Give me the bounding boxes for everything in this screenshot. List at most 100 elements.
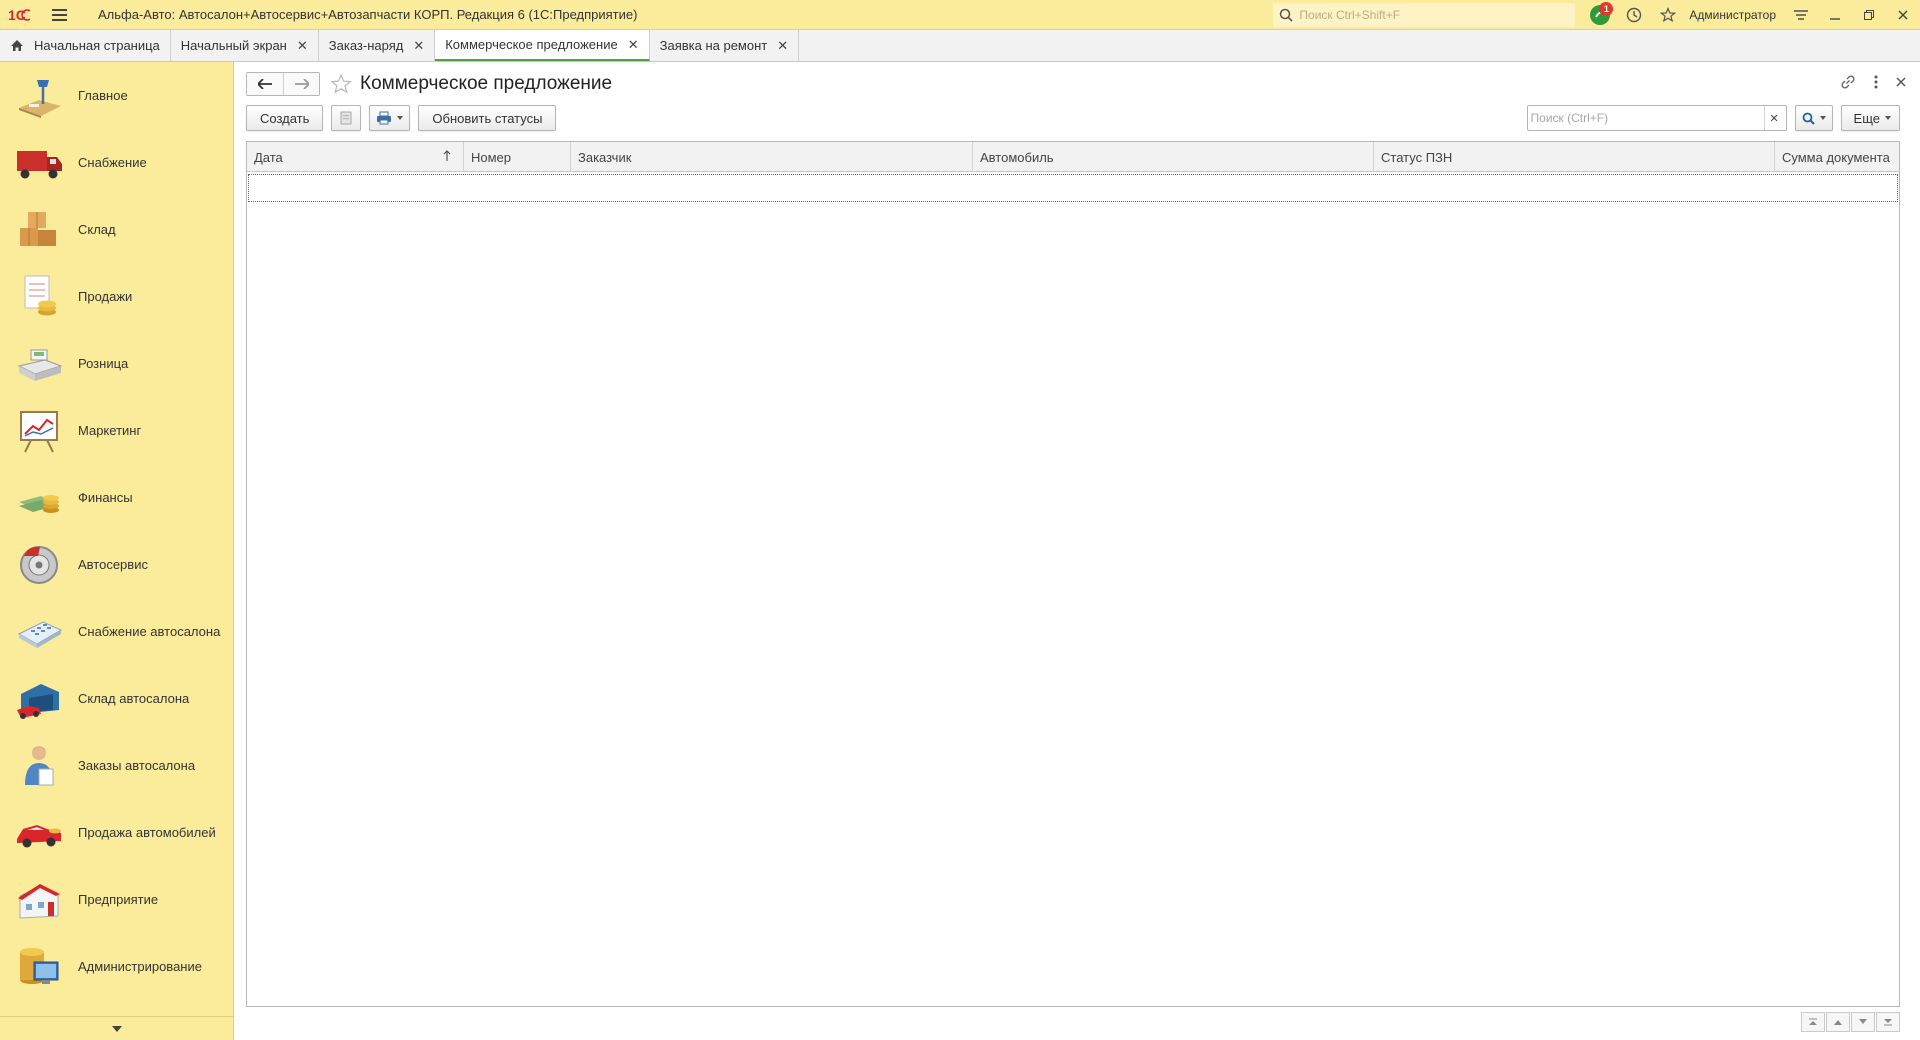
go-last-button[interactable]: [1876, 1012, 1900, 1032]
dropdown-caret-icon: [397, 116, 404, 120]
app-title: Альфа-Авто: Автосалон+Автосервис+Автозап…: [98, 7, 638, 22]
column-header-label: Заказчик: [578, 149, 632, 165]
print-button[interactable]: [369, 105, 411, 131]
sidebar-item-warehouse[interactable]: Склад: [0, 196, 233, 263]
sidebar-item-retail[interactable]: Розница: [0, 330, 233, 397]
search-input[interactable]: [1527, 106, 1764, 130]
tab-work-order[interactable]: Заказ-наряд ✕: [318, 30, 436, 61]
page-title: Коммерческое предложение: [360, 73, 613, 94]
triangle-down-icon: [112, 1025, 122, 1032]
sidebar-item-enterprise[interactable]: Предприятие: [0, 866, 233, 933]
car-icon: [14, 808, 64, 858]
admin-computer-icon: [14, 942, 64, 992]
back-button[interactable]: [247, 73, 283, 95]
more-button-label: Еще: [1853, 110, 1880, 126]
minimize-icon: [1830, 18, 1840, 20]
column-header-pzn-status[interactable]: Статус ПЗН: [1374, 142, 1775, 172]
close-tab-icon[interactable]: ✕: [628, 37, 639, 53]
global-search-placeholder: Поиск Ctrl+Shift+F: [1299, 8, 1401, 22]
settings-menu-button[interactable]: [1784, 0, 1818, 30]
more-button[interactable]: Еще: [1840, 105, 1900, 131]
copy-button[interactable]: [331, 105, 362, 131]
column-header-label: Дата: [254, 149, 283, 165]
column-header-document-sum[interactable]: Сумма документа: [1775, 142, 1899, 172]
global-search-input[interactable]: Поиск Ctrl+Shift+F: [1273, 3, 1576, 27]
tab-start-screen[interactable]: Начальный экран ✕: [170, 30, 319, 61]
go-down-button[interactable]: [1851, 1012, 1875, 1032]
notifications-button[interactable]: 1: [1583, 0, 1617, 30]
table-row[interactable]: [248, 174, 1898, 202]
title-bar: 1С Альфа-Авто: Автосалон+Автосервис+Авто…: [0, 0, 1920, 30]
cash-register-icon: [14, 339, 64, 389]
sidebar-item-marketing[interactable]: Маркетинг: [0, 397, 233, 464]
column-header-car[interactable]: Автомобиль: [973, 142, 1374, 172]
table-header: Дата Номер Заказчик Автомобиль Статус ПЗ…: [247, 142, 1899, 172]
sidebar-item-label: Заказы автосалона: [78, 758, 196, 773]
arrow-right-icon: [294, 79, 309, 89]
minimize-button[interactable]: [1818, 0, 1852, 30]
sidebar-item-finance[interactable]: Финансы: [0, 464, 233, 531]
column-header-label: Автомобиль: [980, 149, 1054, 165]
history-button[interactable]: [1617, 0, 1651, 30]
nav-buttons: [246, 72, 320, 96]
sort-ascending-icon: [443, 150, 451, 161]
column-header-number[interactable]: Номер: [464, 142, 571, 172]
link-icon[interactable]: [1840, 74, 1856, 90]
favorites-button[interactable]: [1651, 0, 1685, 30]
go-first-button[interactable]: [1801, 1012, 1825, 1032]
sidebar-item-sales[interactable]: Продажи: [0, 263, 233, 330]
garage-icon: [14, 674, 64, 724]
main-menu-icon[interactable]: [52, 0, 74, 30]
sidebar-item-administration[interactable]: Администрирование: [0, 933, 233, 1000]
search-icon: [1280, 8, 1293, 22]
settings-lines-icon: [1794, 10, 1808, 20]
tab-home-page[interactable]: Начальная страница: [0, 30, 171, 61]
documents-table: Дата Номер Заказчик Автомобиль Статус ПЗ…: [246, 141, 1900, 1007]
sections-panel: Главное Снабжение Склад Продажи Розница …: [0, 62, 234, 1040]
sidebar-item-label: Автосервис: [78, 557, 148, 572]
go-up-button[interactable]: [1826, 1012, 1850, 1032]
close-tab-icon[interactable]: ✕: [777, 38, 788, 54]
1c-logo-icon[interactable]: 1С: [0, 0, 42, 30]
create-button[interactable]: Создать: [246, 105, 324, 131]
desk-lamp-icon: [14, 71, 64, 121]
user-name[interactable]: Администратор: [1689, 8, 1776, 22]
sidebar-item-autoservice[interactable]: Автосервис: [0, 531, 233, 598]
column-header-customer[interactable]: Заказчик: [571, 142, 973, 172]
printer-icon: [377, 111, 392, 125]
sidebar-item-label: Финансы: [78, 490, 133, 505]
sidebar-item-label: Розница: [78, 356, 129, 371]
copy-document-icon: [340, 111, 352, 125]
tab-label: Начальная страница: [34, 38, 160, 53]
arrow-left-icon: [258, 79, 272, 89]
dropdown-caret-icon: [1885, 116, 1891, 120]
close-tab-icon[interactable]: ✕: [413, 38, 424, 54]
tab-label: Заявка на ремонт: [659, 38, 768, 53]
sidebar-item-showroom-warehouse[interactable]: Склад автосалона: [0, 665, 233, 732]
sidebar-item-showroom-orders[interactable]: Заказы автосалона: [0, 732, 233, 799]
close-icon: [1898, 10, 1908, 20]
forward-button[interactable]: [283, 73, 319, 95]
sidebar-item-car-sales[interactable]: Продажа автомобилей: [0, 799, 233, 866]
restore-button[interactable]: [1852, 0, 1886, 30]
sidebar-item-showroom-supply[interactable]: Снабжение автосалона: [0, 598, 233, 665]
favorite-star-icon[interactable]: [330, 73, 352, 95]
sidebar-scroll-down-button[interactable]: [0, 1016, 234, 1040]
column-header-date[interactable]: Дата: [247, 142, 464, 172]
search-options-button[interactable]: [1794, 105, 1833, 131]
update-statuses-button[interactable]: Обновить статусы: [418, 105, 557, 131]
flipchart-icon: [14, 406, 64, 456]
sidebar-item-main[interactable]: Главное: [0, 62, 233, 129]
more-vertical-icon[interactable]: [1874, 75, 1878, 89]
close-form-icon[interactable]: [1896, 77, 1906, 87]
tab-label: Коммерческое предложение: [445, 37, 618, 52]
close-window-button[interactable]: [1886, 0, 1920, 30]
sidebar-item-supply[interactable]: Снабжение: [0, 129, 233, 196]
sidebar-item-label: Администрирование: [78, 959, 202, 974]
close-tab-icon[interactable]: ✕: [297, 38, 308, 54]
tab-label: Начальный экран: [180, 38, 287, 53]
clear-search-icon[interactable]: ✕: [1763, 106, 1784, 130]
sidebar-item-label: Склад автосалона: [78, 691, 190, 706]
tab-repair-request[interactable]: Заявка на ремонт ✕: [649, 30, 800, 61]
tab-commercial-offer[interactable]: Коммерческое предложение ✕: [435, 30, 650, 61]
